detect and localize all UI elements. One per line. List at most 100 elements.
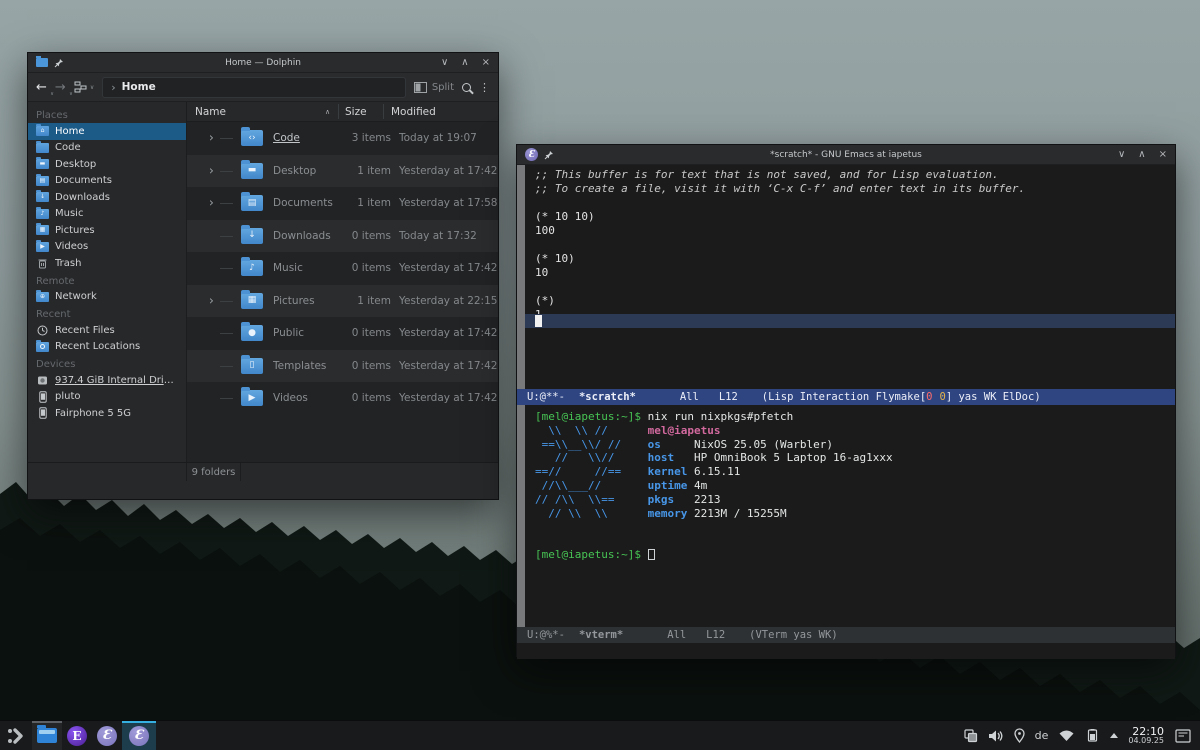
file-size: 0 items [345,327,391,339]
file-size: 3 items [345,132,391,144]
maximize-button[interactable]: ∧ [1138,145,1145,165]
location-icon[interactable] [1014,728,1025,743]
task-emacs-launcher[interactable]: Ɛ [92,721,122,750]
file-row-templates[interactable]: ▯ Templates 0 items Yesterday at 17:42 [187,350,498,383]
minimize-button[interactable]: ∨ [1118,145,1125,165]
emacs-window: Ɛ *scratch* - GNU Emacs at iapetus ∨ ∧ ×… [516,144,1176,657]
split-button[interactable]: Split [414,82,454,93]
search-icon[interactable] [462,83,471,92]
file-row-pictures[interactable]: › ▦ Pictures 1 item Yesterday at 22:15 [187,285,498,318]
task-dolphin[interactable] [32,721,62,750]
file-row-desktop[interactable]: › ▬ Desktop 1 item Yesterday at 17:42 [187,155,498,188]
minimize-button[interactable]: ∨ [441,53,448,73]
statusbar-spacer [28,463,187,481]
split-icon [414,82,427,93]
sidebar-item-internal-drive[interactable]: 937.4 GiB Internal Drive (… [28,372,186,389]
task-emacs-client[interactable]: E [62,721,92,750]
battery-icon[interactable] [1085,729,1100,742]
tree-view-icon [74,81,87,93]
volume-icon[interactable] [988,729,1004,743]
close-button[interactable]: × [482,53,490,73]
scrollbar[interactable] [517,405,525,627]
music-folder-icon: ♪ [241,260,263,276]
app-launcher-button[interactable] [0,721,32,750]
window-title: *scratch* - GNU Emacs at iapetus [517,150,1175,160]
forward-button[interactable]: →∨ [55,81,66,94]
modeline-state: U:@**- [527,391,565,403]
back-dropdown-icon[interactable]: ∨ [50,92,54,97]
breadcrumb[interactable]: › Home [102,77,406,98]
modeline-buffer-name: *vterm* [579,629,623,641]
terminal-line: // \\// host HP OmniBook 5 Laptop 16-ag1… [535,451,1175,465]
wifi-icon[interactable] [1058,729,1075,742]
modeline-buffer-name: *scratch* [579,391,636,403]
column-headers: Name ∧ Size Modified [187,102,498,122]
expand-arrow-icon[interactable]: › [209,164,214,176]
sidebar-item-desktop[interactable]: ▬Desktop [28,156,186,173]
file-row-code[interactable]: › ‹› Code 3 items Today at 19:07 [187,122,498,155]
sidebar-item-network[interactable]: ⊕Network [28,289,186,306]
sidebar-item-trash[interactable]: Trash [28,255,186,272]
clock[interactable]: 22:10 04.09.25 [1128,726,1164,746]
maximize-button[interactable]: ∧ [461,53,468,73]
breadcrumb-location[interactable]: Home [122,81,156,93]
vterm-buffer[interactable]: [mel@iapetus:~]$ nix run nixpkgs#pfetch … [517,405,1175,627]
emacs-titlebar[interactable]: Ɛ *scratch* - GNU Emacs at iapetus ∨ ∧ × [517,145,1175,165]
dolphin-titlebar[interactable]: Home — Dolphin ∨ ∧ × [28,53,498,73]
sidebar-item-recent-files[interactable]: Recent Files [28,322,186,339]
file-row-downloads[interactable]: ↓ Downloads 0 items Today at 17:32 [187,220,498,253]
back-button[interactable]: ←∨ [36,81,47,94]
pictures-folder-icon: ▦ [36,225,49,235]
file-name: Pictures [273,295,345,307]
file-modified: Yesterday at 17:42 [399,262,497,274]
menu-button[interactable]: ⋮ [479,81,490,94]
column-header-size[interactable]: Size [345,106,367,118]
expand-arrow-icon[interactable]: › [209,294,214,306]
keyboard-layout-indicator[interactable]: de [1035,729,1049,742]
scratch-buffer[interactable]: ;; This buffer is for text that is not s… [517,165,1175,389]
scrollbar[interactable] [517,165,525,389]
clipboard-icon[interactable] [963,728,978,743]
file-size: 0 items [345,360,391,372]
show-desktop-icon[interactable] [1174,728,1192,744]
downloads-folder-icon: ↓ [241,228,263,244]
file-modified: Yesterday at 17:42 [399,392,497,404]
task-emacs-active[interactable]: Ɛ [122,721,156,750]
file-row-documents[interactable]: › ▤ Documents 1 item Yesterday at 17:58 [187,187,498,220]
buffer-line: ;; This buffer is for text that is not s… [535,168,1175,182]
file-row-public[interactable]: ● Public 0 items Yesterday at 17:42 [187,317,498,350]
terminal-line: [mel@iapetus:~]$ nix run nixpkgs#pfetch [535,410,1175,424]
pin-icon[interactable] [54,58,64,68]
sidebar-item-recent-locations[interactable]: Recent Locations [28,339,186,356]
sidebar-item-pictures[interactable]: ▦Pictures [28,222,186,239]
buffer-line: 100 [535,224,1175,238]
sidebar-item-pluto[interactable]: pluto [28,389,186,406]
sidebar-item-fairphone[interactable]: Fairphone 5 5G [28,405,186,422]
sidebar-item-home[interactable]: ⌂Home [28,123,186,140]
pin-icon[interactable] [544,150,554,160]
sidebar-item-music[interactable]: ♪Music [28,206,186,223]
column-divider[interactable] [383,104,384,119]
tray-expander-icon[interactable] [1110,733,1118,738]
file-row-music[interactable]: ♪ Music 0 items Yesterday at 17:42 [187,252,498,285]
buffer-line [535,196,1175,210]
column-divider[interactable] [338,104,339,119]
file-size: 0 items [345,392,391,404]
recent-locations-folder-icon [36,342,49,352]
sidebar-item-code[interactable]: Code [28,140,186,157]
minibuffer-echo-area[interactable] [517,643,1175,659]
view-tree-button[interactable]: ∨ [74,81,94,93]
file-row-videos[interactable]: ▶ Videos 0 items Yesterday at 17:42 [187,382,498,415]
modeline-line-number: L12 [706,629,725,641]
column-header-name[interactable]: Name [195,106,226,118]
close-button[interactable]: × [1159,145,1167,165]
expand-arrow-icon[interactable]: › [209,197,214,209]
folder-count: 9 folders [187,463,241,481]
sidebar-item-documents[interactable]: ▤Documents [28,173,186,190]
column-header-modified[interactable]: Modified [391,106,436,118]
forward-dropdown-icon[interactable]: ∨ [69,92,73,97]
expand-arrow-icon[interactable]: › [209,132,214,144]
pfetch-label: kernel [648,465,694,478]
sidebar-item-downloads[interactable]: ↓Downloads [28,189,186,206]
sidebar-item-videos[interactable]: ▶Videos [28,239,186,256]
